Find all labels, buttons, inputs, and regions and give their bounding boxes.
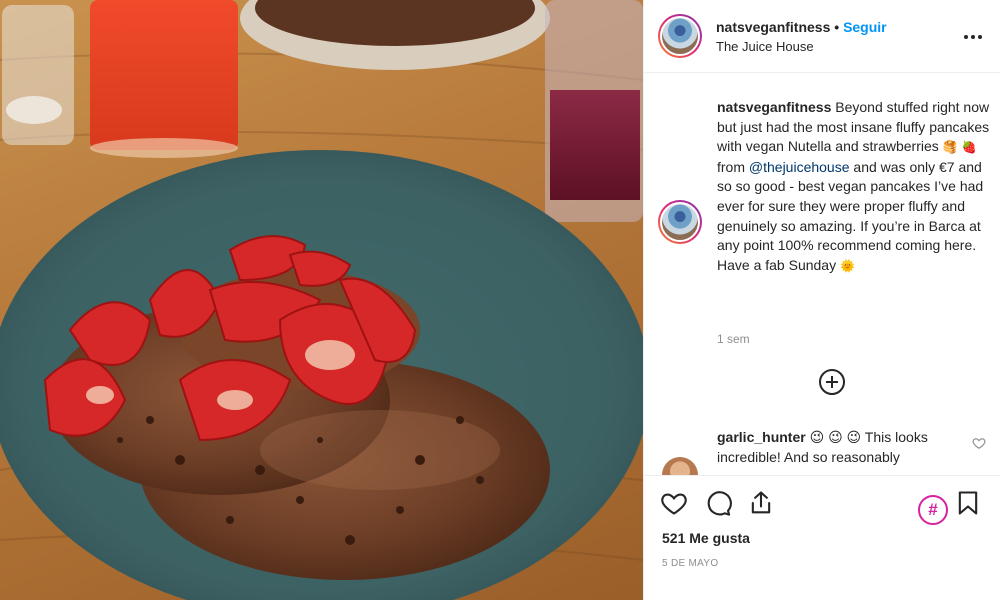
hashtag-button[interactable]: # xyxy=(918,495,948,525)
load-more-comments-button[interactable] xyxy=(819,369,845,395)
caption-username[interactable]: natsveganfitness xyxy=(717,99,831,115)
author-line: natsveganfitness • Seguir xyxy=(716,19,887,35)
separator-dot: • xyxy=(834,19,840,35)
caption-avatar[interactable] xyxy=(658,200,702,244)
post-location[interactable]: The Juice House xyxy=(716,39,814,54)
author-avatar[interactable] xyxy=(658,14,702,58)
follow-button[interactable]: Seguir xyxy=(843,19,887,35)
post-side-panel: natsveganfitness • Seguir The Juice Hous… xyxy=(643,0,1000,600)
comment-like-heart-icon[interactable] xyxy=(972,436,986,450)
heart-icon[interactable] xyxy=(660,489,688,517)
comment-emojis: 😉 😉 😉 xyxy=(805,429,865,445)
bookmark-icon[interactable] xyxy=(954,489,982,517)
post-header: natsveganfitness • Seguir The Juice Hous… xyxy=(644,0,1000,73)
caption-text-2: from xyxy=(717,158,749,175)
sun-emoji-icon: 🌞 xyxy=(839,258,855,273)
share-icon[interactable] xyxy=(747,489,775,517)
post-time-ago[interactable]: 1 sem xyxy=(717,332,750,346)
more-options-icon[interactable] xyxy=(963,27,983,47)
post-date[interactable]: 5 DE MAYO xyxy=(662,558,718,569)
pancakes-emoji-icon: 🥞 xyxy=(942,140,958,155)
comment-username[interactable]: garlic_hunter xyxy=(717,429,806,445)
post-actions-bar: # 521 Me gusta 5 DE MAYO xyxy=(644,475,1000,600)
post-photo[interactable] xyxy=(0,0,643,600)
likes-count[interactable]: 521 Me gusta xyxy=(662,530,750,546)
pancakes-photo-illustration xyxy=(0,0,643,600)
comment-item: garlic_hunter 😉 😉 😉 This looks incredibl… xyxy=(717,428,972,467)
author-username[interactable]: natsveganfitness xyxy=(716,19,830,35)
post-caption: natsveganfitness Beyond stuffed right no… xyxy=(717,98,992,276)
caption-text-3: and was only €7 and so so good - best ve… xyxy=(717,158,984,273)
strawberry-emoji-icon: 🍓 xyxy=(961,140,977,155)
comment-icon[interactable] xyxy=(704,489,732,517)
caption-mention-link[interactable]: @thejuicehouse xyxy=(749,159,850,175)
